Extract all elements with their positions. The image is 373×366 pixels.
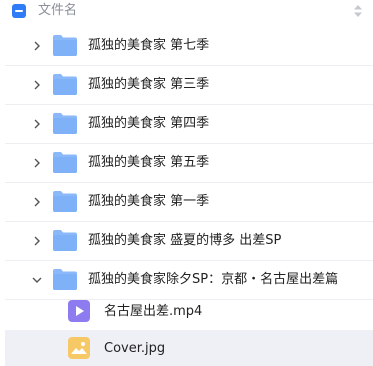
- file-list-header: 文件名: [0, 0, 373, 25]
- folder-row[interactable]: 孤独的美食家 第七季: [5, 27, 373, 65]
- select-all-checkbox[interactable]: [12, 4, 26, 18]
- file-row-image[interactable]: Cover.jpg: [5, 330, 373, 366]
- image-file-icon: [68, 337, 90, 359]
- file-name[interactable]: Cover.jpg: [104, 340, 165, 358]
- chevron-right-icon[interactable]: [30, 78, 44, 92]
- folder-row[interactable]: 孤独的美食家 第一季: [5, 183, 373, 221]
- chevron-right-icon[interactable]: [30, 156, 44, 170]
- folder-icon: [53, 113, 77, 134]
- folder-icon: [53, 191, 77, 212]
- sort-icon[interactable]: [353, 4, 363, 18]
- folder-row[interactable]: 孤独的美食家 第五季: [5, 144, 373, 182]
- chevron-right-icon[interactable]: [30, 234, 44, 248]
- folder-icon: [53, 74, 77, 95]
- chevron-right-icon[interactable]: [30, 117, 44, 131]
- folder-name[interactable]: 孤独的美食家 第七季: [88, 37, 209, 55]
- folder-name[interactable]: 孤独的美食家 第五季: [88, 154, 209, 172]
- video-file-icon: [68, 300, 90, 322]
- folder-name[interactable]: 孤独的美食家 第三季: [88, 76, 209, 94]
- chevron-down-icon[interactable]: [30, 273, 44, 287]
- folder-name[interactable]: 孤独的美食家 盛夏的博多 出差SP: [88, 232, 281, 250]
- folder-name[interactable]: 孤独的美食家 第四季: [88, 115, 209, 133]
- folder-row[interactable]: 孤独的美食家 盛夏的博多 出差SP: [5, 222, 373, 260]
- folder-icon: [53, 152, 77, 173]
- folder-icon: [53, 269, 77, 290]
- column-filename-label[interactable]: 文件名: [38, 3, 77, 19]
- folder-icon: [53, 35, 77, 56]
- file-name[interactable]: 名古屋出差.mp4: [104, 303, 202, 321]
- file-row-video[interactable]: 名古屋出差.mp4: [5, 292, 373, 330]
- folder-name[interactable]: 孤独的美食家 第一季: [88, 193, 209, 211]
- chevron-right-icon[interactable]: [30, 195, 44, 209]
- folder-row[interactable]: 孤独的美食家 第四季: [5, 105, 373, 143]
- folder-icon: [53, 230, 77, 251]
- folder-name[interactable]: 孤独的美食家除夕SP：京都・名古屋出差篇: [88, 271, 338, 289]
- folder-row[interactable]: 孤独的美食家 第三季: [5, 66, 373, 104]
- chevron-right-icon[interactable]: [30, 39, 44, 53]
